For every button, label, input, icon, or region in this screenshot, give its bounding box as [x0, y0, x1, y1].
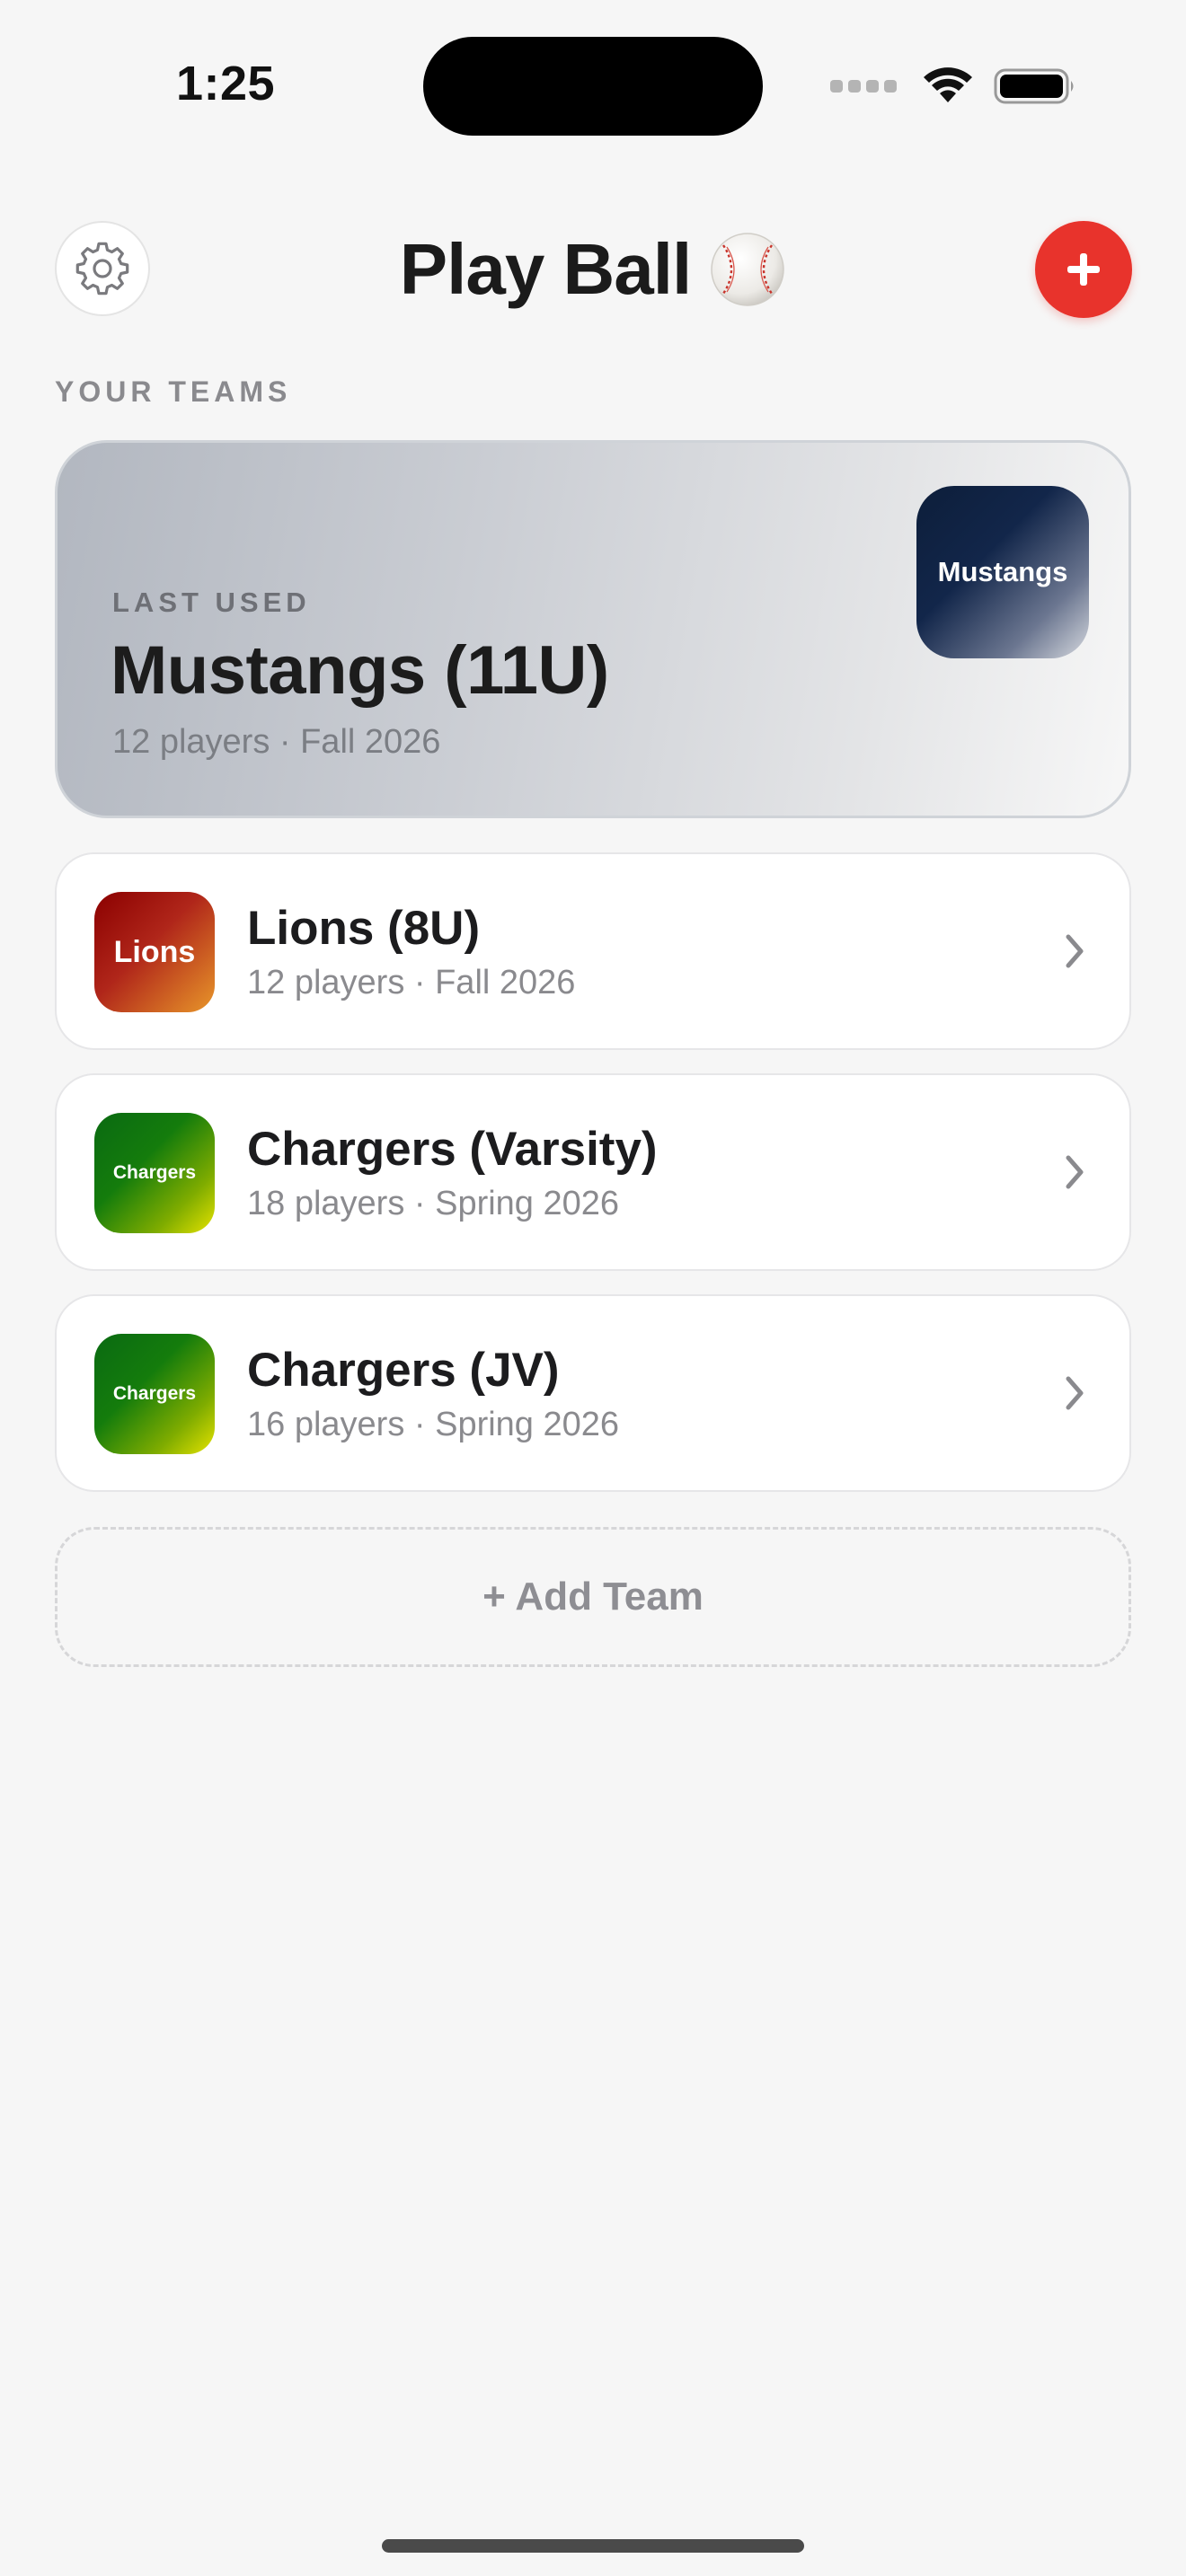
- dynamic-island: [423, 37, 763, 136]
- team-meta: 18 players · Spring 2026: [247, 1185, 620, 1222]
- wifi-icon: [924, 67, 972, 102]
- team-name: Lions (8U): [247, 902, 481, 955]
- last-used-label: LAST USED: [112, 587, 311, 618]
- team-logo-text: Chargers: [112, 1383, 197, 1404]
- team-logo-text: Mustangs: [937, 556, 1068, 587]
- status-time: 1:25: [176, 57, 276, 110]
- plus-icon: [1067, 253, 1100, 286]
- team-row[interactable]: Chargers Chargers (JV) 16 players · Spri…: [55, 1294, 1131, 1492]
- chevron-right-icon: [1066, 1376, 1084, 1410]
- team-logo: Lions: [94, 892, 215, 1012]
- team-row[interactable]: Lions Lions (8U) 12 players · Fall 2026: [55, 852, 1131, 1050]
- team-logo-text: Lions: [113, 934, 196, 969]
- page-header: Play Ball: [0, 223, 1186, 316]
- team-logo-text: Chargers: [112, 1162, 197, 1183]
- baseball-icon: [711, 233, 784, 306]
- battery-icon: [994, 68, 1074, 104]
- section-label: YOUR TEAMS: [55, 375, 292, 408]
- home-screen: 1:25 Play Ball YOUR TEAMS LAST USED Must…: [0, 0, 1186, 2576]
- team-name: Chargers (Varsity): [247, 1123, 658, 1176]
- add-team-row-button[interactable]: + Add Team: [55, 1527, 1131, 1667]
- chevron-right-icon: [1066, 1155, 1084, 1189]
- chevron-right-icon: [1066, 934, 1084, 968]
- featured-team-meta: 12 players · Fall 2026: [112, 723, 441, 761]
- page-title: Play Ball: [399, 229, 693, 309]
- add-team-button[interactable]: [1035, 221, 1132, 318]
- featured-team-name: Mustangs (11U): [111, 632, 609, 709]
- status-indicators: [830, 66, 1076, 106]
- home-indicator[interactable]: [382, 2539, 804, 2553]
- team-meta: 16 players · Spring 2026: [247, 1406, 620, 1443]
- team-meta: 12 players · Fall 2026: [247, 964, 576, 1001]
- featured-team-card[interactable]: LAST USED Mustangs (11U) 12 players · Fa…: [55, 440, 1131, 818]
- cellular-signal-icon: [830, 80, 897, 93]
- team-row[interactable]: Chargers Chargers (Varsity) 18 players ·…: [55, 1073, 1131, 1271]
- team-name: Chargers (JV): [247, 1344, 560, 1397]
- team-logo: Mustangs: [916, 486, 1089, 658]
- team-logo: Chargers: [94, 1334, 215, 1454]
- team-logo: Chargers: [94, 1113, 215, 1233]
